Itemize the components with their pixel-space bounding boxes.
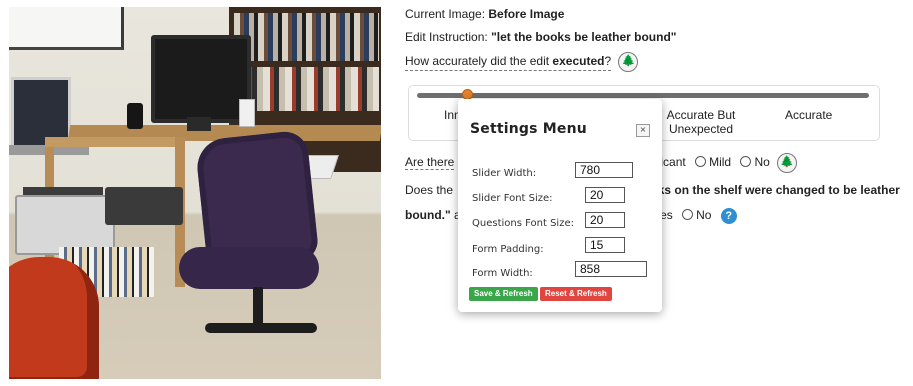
tree-icon[interactable]: 🌲 (777, 153, 798, 173)
printer (15, 195, 115, 255)
office-chair-post (253, 287, 263, 327)
monitor (151, 35, 251, 123)
desk-left (45, 137, 185, 147)
q3-prefix: Does the (405, 183, 454, 197)
slider-label-accurate-but-unexpected: Accurate But Unexpected (661, 108, 741, 136)
radio-no[interactable] (740, 156, 752, 168)
shelf-books-middle (241, 67, 379, 111)
speaker (127, 103, 143, 129)
monitor-stand (187, 117, 211, 131)
form-width-input[interactable] (575, 261, 647, 277)
q3-bold-text: ks on the shelf were changed to be leath… (657, 183, 900, 197)
slider-label-line1: Accurate But (666, 108, 736, 122)
radio-q3-no[interactable] (682, 209, 694, 221)
edit-instruction-line: Edit Instruction: "let the books be leat… (405, 30, 676, 44)
external-drive (239, 99, 255, 127)
before-image (9, 7, 381, 379)
red-armchair (9, 257, 99, 379)
label-form-width: Form Width: (472, 268, 533, 279)
label-slider-font-size: Slider Font Size: (472, 193, 553, 204)
scanner (105, 187, 183, 225)
office-chair-seat (179, 247, 319, 289)
edit-instruction-value: "let the books be leather bound" (491, 30, 677, 44)
shelf-books-top (234, 13, 379, 61)
current-image-value: Before Image (488, 7, 565, 21)
office-chair-base (205, 323, 317, 333)
current-image-label: Current Image: (405, 7, 486, 21)
slider-label-line2: Unexpected (668, 122, 734, 136)
q1-prefix: How accurately did the edit (405, 54, 553, 69)
questions-font-size-input[interactable] (585, 212, 625, 228)
settings-menu-dialog: Settings Menu × Slider Width: Slider Fon… (458, 99, 662, 312)
slider-label-accurate: Accurate (785, 108, 833, 122)
help-icon[interactable]: ? (720, 208, 737, 224)
current-image-line: Current Image: Before Image (405, 7, 564, 21)
q2-prefix: Are there (405, 155, 455, 171)
slider-font-size-input[interactable] (585, 187, 625, 203)
label-form-padding: Form Padding: (472, 244, 544, 255)
save-refresh-button[interactable]: Save & Refresh (469, 287, 538, 301)
accuracy-slider-track[interactable] (417, 93, 869, 98)
q1-bold: executed (552, 54, 605, 69)
question-execution-text: How accurately did the edit executed? (405, 54, 612, 72)
q3-option-no-label: No (696, 208, 712, 223)
settings-title: Settings Menu (470, 121, 587, 137)
label-questions-font-size: Questions Font Size: (472, 218, 574, 229)
q2-option-mild-label: Mild (709, 155, 732, 170)
label-slider-width: Slider Width: (472, 168, 537, 179)
tree-icon[interactable]: 🌲 (618, 52, 639, 72)
form-padding-input[interactable] (585, 237, 625, 253)
question-execution: How accurately did the edit executed? 🌲 (405, 52, 639, 72)
reset-refresh-button[interactable]: Reset & Refresh (540, 287, 612, 301)
q3-bound-text: bound." (405, 208, 451, 223)
window (9, 7, 124, 50)
q1-suffix: ? (604, 54, 612, 69)
radio-mild[interactable] (695, 156, 707, 168)
slider-width-input[interactable] (575, 162, 633, 178)
close-icon[interactable]: × (636, 124, 650, 137)
edit-instruction-label: Edit Instruction: (405, 30, 488, 44)
q2-option-no-label: No (754, 155, 770, 170)
